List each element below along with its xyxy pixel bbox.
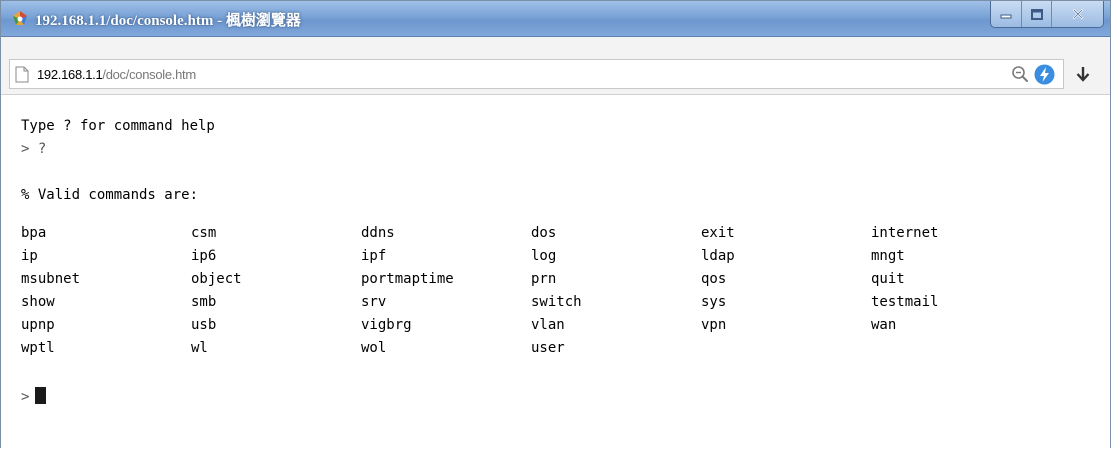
- command-item: log: [531, 248, 557, 264]
- maximize-icon: [1030, 8, 1043, 20]
- url-field[interactable]: 192.168.1.1/doc/console.htm: [9, 59, 1064, 89]
- command-item: sys: [701, 294, 727, 310]
- command-list: bpa csm ddns dos exit internet ip ip6 ip…: [21, 225, 1041, 363]
- browser-window: 192.168.1.1/doc/console.htm - 楓樹瀏覽器 192.…: [0, 0, 1111, 449]
- console-output[interactable]: Type ? for command help > ? % Valid comm…: [1, 95, 1110, 449]
- command-item: ipf: [361, 248, 387, 264]
- command-item: msubnet: [21, 271, 81, 287]
- command-item: dos: [531, 225, 557, 241]
- command-item: show: [21, 294, 55, 310]
- entered-command: ?: [37, 141, 47, 157]
- bolt-icon[interactable]: [1034, 64, 1055, 85]
- valid-commands-header: % Valid commands are:: [21, 187, 199, 203]
- window-title: 192.168.1.1/doc/console.htm - 楓樹瀏覽器: [35, 13, 301, 29]
- console-header: Type ? for command help > ? % Valid comm…: [21, 115, 215, 207]
- url-path: /doc/console.htm: [102, 67, 196, 82]
- command-item: wan: [871, 317, 897, 333]
- url-text: 192.168.1.1/doc/console.htm: [37, 67, 196, 82]
- browser-logo-icon: [11, 10, 29, 28]
- command-item: user: [531, 340, 565, 356]
- command-item: ldap: [701, 248, 735, 264]
- command-item: object: [191, 271, 242, 287]
- command-item: wl: [191, 340, 208, 356]
- maximize-button[interactable]: [1021, 1, 1051, 27]
- command-item: internet: [871, 225, 939, 241]
- command-item: vlan: [531, 317, 565, 333]
- command-item: usb: [191, 317, 217, 333]
- close-button[interactable]: [1051, 1, 1103, 27]
- address-bar: 192.168.1.1/doc/console.htm: [1, 37, 1110, 95]
- command-item: testmail: [871, 294, 939, 310]
- command-item: prn: [531, 271, 557, 287]
- input-prompt-symbol: >: [21, 389, 30, 405]
- input-prompt-line[interactable]: >: [21, 386, 47, 409]
- command-item: ip6: [191, 248, 217, 264]
- text-cursor: [35, 387, 47, 404]
- title-bar[interactable]: 192.168.1.1/doc/console.htm - 楓樹瀏覽器: [1, 1, 1110, 37]
- url-host: 192.168.1.1: [37, 67, 103, 82]
- command-item: csm: [191, 225, 217, 241]
- download-icon[interactable]: [1075, 65, 1091, 83]
- command-item: upnp: [21, 317, 55, 333]
- command-item: vpn: [701, 317, 727, 333]
- close-icon: [1072, 8, 1084, 20]
- command-item: ddns: [361, 225, 395, 241]
- command-item: mngt: [871, 248, 905, 264]
- search-icon[interactable]: [1011, 65, 1029, 83]
- window-controls: [990, 1, 1104, 28]
- minimize-button[interactable]: [991, 1, 1021, 27]
- command-item: portmaptime: [361, 271, 454, 287]
- prompt-symbol: >: [21, 141, 30, 157]
- command-item: srv: [361, 294, 387, 310]
- help-line: Type ? for command help: [21, 118, 215, 134]
- command-item: switch: [531, 294, 582, 310]
- command-item: wptl: [21, 340, 55, 356]
- minimize-icon: [1000, 9, 1012, 19]
- page-icon: [15, 66, 31, 84]
- command-item: quit: [871, 271, 905, 287]
- command-item: bpa: [21, 225, 47, 241]
- command-item: qos: [701, 271, 727, 287]
- command-item: ip: [21, 248, 38, 264]
- command-item: wol: [361, 340, 387, 356]
- command-item: vigbrg: [361, 317, 412, 333]
- command-item: exit: [701, 225, 735, 241]
- command-item: smb: [191, 294, 217, 310]
